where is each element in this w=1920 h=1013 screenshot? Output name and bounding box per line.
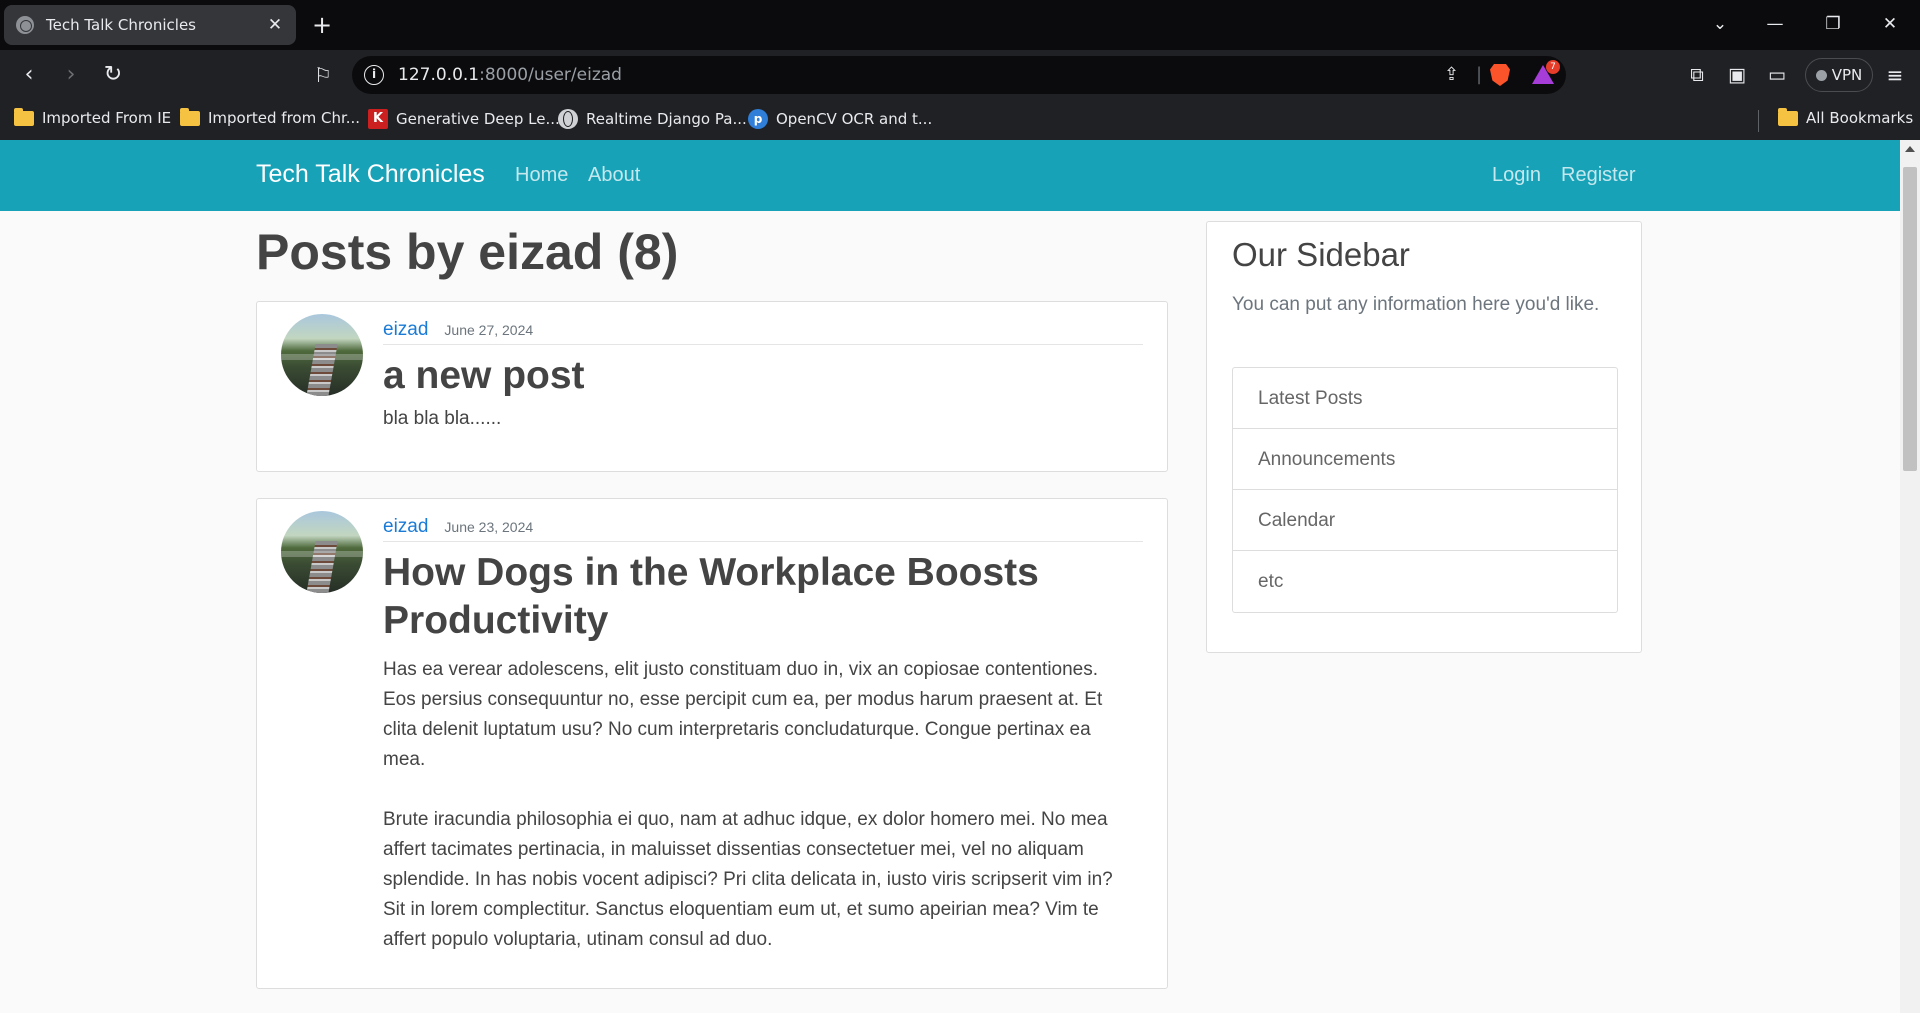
post-card: eizad June 23, 2024 How Dogs in the Work…: [256, 498, 1168, 989]
author-avatar: [281, 314, 363, 396]
reload-button[interactable]: ↻: [98, 62, 128, 88]
globe-icon: [16, 16, 34, 34]
browser-tab[interactable]: Tech Talk Chronicles ✕: [4, 5, 296, 45]
new-tab-button[interactable]: +: [312, 10, 332, 40]
page-scrollbar[interactable]: [1900, 140, 1920, 1013]
scrollbar-thumb[interactable]: [1903, 167, 1917, 471]
bookmark-imported-from-ie[interactable]: Imported From IE: [14, 107, 171, 127]
post-content: bla bla bla......: [383, 408, 502, 429]
sidebar-item-announcements[interactable]: Announcements: [1233, 429, 1617, 490]
bookmark-realtime-django[interactable]: Realtime Django Pa...: [558, 109, 747, 129]
close-window-button[interactable]: ✕: [1875, 12, 1905, 36]
url-text[interactable]: 127.0.0.1:8000/user/eizad: [398, 65, 622, 85]
post-date: June 27, 2024: [444, 322, 534, 338]
folder-icon: [14, 107, 34, 126]
bookmark-generative-deep-learning[interactable]: K Generative Deep Le...: [368, 109, 560, 129]
bookmarks-separator: [1758, 110, 1759, 132]
post-content-paragraph: Brute iracundia philosophia ei quo, nam …: [383, 809, 1113, 950]
site-info-icon[interactable]: i: [364, 65, 384, 85]
bookmarks-bar: Imported From IE Imported from Chr... K …: [0, 100, 1920, 140]
bookmark-imported-from-chrome[interactable]: Imported from Chr...: [180, 107, 360, 127]
restore-button[interactable]: ❐: [1818, 12, 1848, 36]
vpn-status-icon: [1815, 69, 1827, 81]
k-site-icon: K: [368, 109, 388, 129]
bookmark-opencv-ocr[interactable]: p OpenCV OCR and t...: [748, 109, 932, 129]
author-avatar: [281, 511, 363, 593]
address-bar[interactable]: i 127.0.0.1:8000/user/eizad ⇪ | 7: [352, 56, 1566, 94]
back-button[interactable]: ‹: [14, 62, 44, 88]
nav-login-link[interactable]: Login: [1492, 164, 1541, 187]
omnibox-separator: |: [1476, 64, 1483, 85]
nav-about-link[interactable]: About: [588, 164, 640, 187]
wallet-icon[interactable]: ▭: [1762, 62, 1792, 88]
sidebar-item-etc[interactable]: etc: [1233, 551, 1617, 612]
vpn-button[interactable]: VPN: [1805, 58, 1873, 92]
forward-button[interactable]: ›: [56, 62, 86, 88]
globe-icon: [558, 109, 578, 129]
scroll-up-arrow-icon[interactable]: [1905, 146, 1915, 152]
post-author-link[interactable]: eizad: [383, 319, 428, 341]
extensions-icon[interactable]: ⧉: [1682, 62, 1712, 88]
site-brand-link[interactable]: Tech Talk Chronicles: [256, 160, 485, 189]
sidebar-item-latest-posts[interactable]: Latest Posts: [1233, 368, 1617, 429]
brave-shields-icon[interactable]: [1490, 64, 1510, 86]
sidebar-text: You can put any information here you'd l…: [1232, 294, 1600, 315]
folder-icon: [180, 107, 200, 126]
nav-register-link[interactable]: Register: [1561, 164, 1635, 187]
tab-search-chevron-icon[interactable]: ⌄: [1705, 12, 1735, 36]
minimize-button[interactable]: —: [1760, 12, 1790, 36]
sidebar-item-calendar[interactable]: Calendar: [1233, 490, 1617, 551]
post-title-link[interactable]: a new post: [383, 352, 1143, 400]
rewards-badge: 7: [1546, 60, 1560, 74]
bookmark-page-icon[interactable]: ⚐: [308, 62, 338, 88]
tab-title: Tech Talk Chronicles: [46, 16, 196, 34]
post-author-link[interactable]: eizad: [383, 516, 428, 538]
browser-toolbar: ‹ › ↻ ⚐ i 127.0.0.1:8000/user/eizad ⇪ | …: [0, 50, 1920, 100]
menu-icon[interactable]: ≡: [1880, 62, 1910, 88]
post-date: June 23, 2024: [444, 519, 534, 535]
post-meta: eizad June 27, 2024: [383, 319, 1143, 345]
post-meta: eizad June 23, 2024: [383, 516, 1143, 542]
folder-icon: [1778, 107, 1798, 126]
browser-tab-strip: Tech Talk Chronicles ✕ + ⌄ — ❐ ✕: [0, 0, 1920, 50]
close-tab-icon[interactable]: ✕: [266, 15, 284, 35]
vpn-label: VPN: [1831, 66, 1863, 84]
page-title: Posts by eizad (8): [256, 224, 679, 280]
sidebar-title: Our Sidebar: [1232, 236, 1410, 273]
post-title-link[interactable]: How Dogs in the Workplace Boosts Product…: [383, 549, 1143, 645]
page-viewport: Tech Talk Chronicles Home About Login Re…: [0, 140, 1920, 1013]
all-bookmarks-button[interactable]: All Bookmarks: [1778, 107, 1913, 127]
p-site-icon: p: [748, 109, 768, 129]
post-content-paragraph: Has ea verear adolescens, elit justo con…: [383, 659, 1103, 770]
site-navbar: Tech Talk Chronicles Home About Login Re…: [0, 140, 1900, 211]
sidebar-toggle-icon[interactable]: ▣: [1722, 62, 1752, 88]
post-card: eizad June 27, 2024 a new post bla bla b…: [256, 301, 1168, 472]
sidebar: Our Sidebar You can put any information …: [1206, 221, 1642, 653]
share-icon[interactable]: ⇪: [1444, 64, 1459, 86]
sidebar-list: Latest Posts Announcements Calendar etc: [1232, 367, 1618, 613]
nav-home-link[interactable]: Home: [515, 164, 568, 187]
